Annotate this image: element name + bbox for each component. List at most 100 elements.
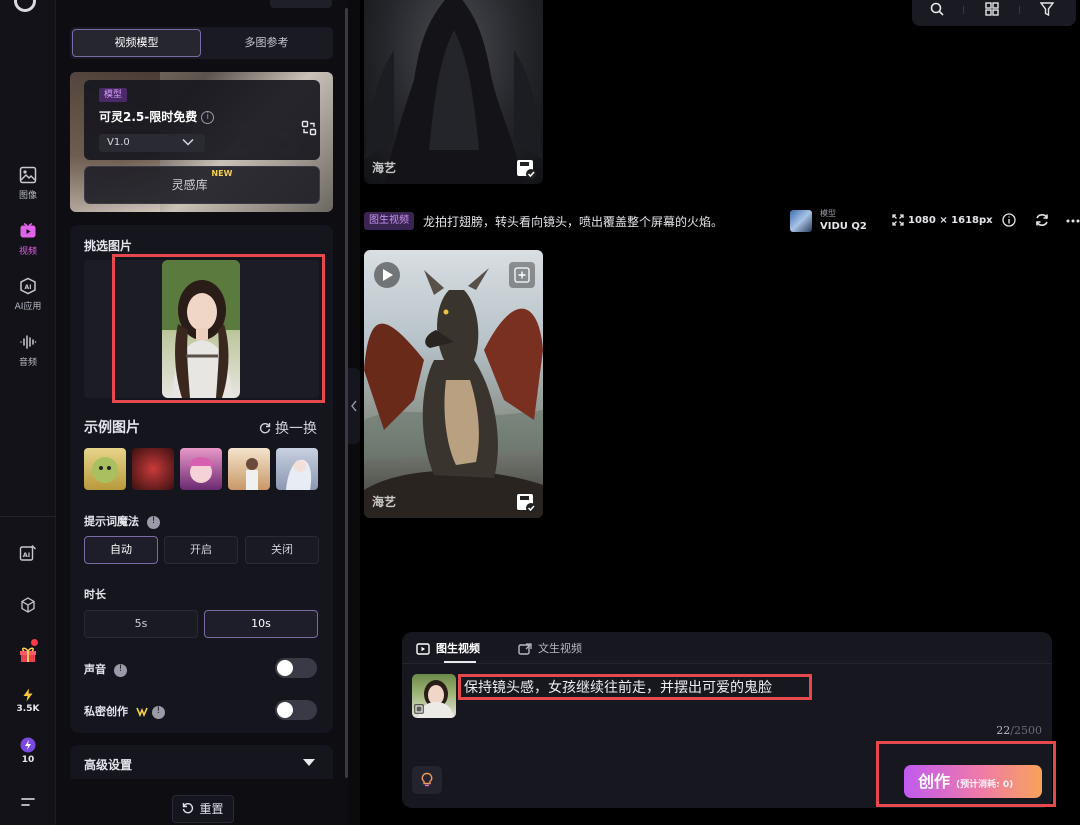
rail-item-label: 图像 <box>18 191 37 201</box>
save-icon[interactable] <box>515 492 537 514</box>
reset-button[interactable]: 重置 <box>172 795 234 823</box>
composer-reference-image[interactable] <box>412 674 456 718</box>
result-image-dark-figure[interactable]: 海艺 <box>364 0 543 184</box>
cube-icon <box>21 597 35 613</box>
bolt-count: 10 <box>21 755 35 765</box>
duration-5s[interactable]: 5s <box>84 610 198 638</box>
settings-panel: 视频模型 多图参考 2.5 模型 可灵2.5-限时免费i V1.0 灵感库 NE… <box>56 0 348 825</box>
tab-image-to-video[interactable]: 图生视频 <box>416 640 480 656</box>
swap-model-icon[interactable] <box>301 120 317 136</box>
info-icon[interactable] <box>1002 213 1016 227</box>
energy-counter[interactable]: 3.5K <box>0 688 56 714</box>
caret-down-icon <box>303 759 315 766</box>
refresh-examples-button[interactable]: 换一换 <box>259 418 317 438</box>
rail-item-ai-app[interactable]: AI AI应用 <box>0 277 56 312</box>
info-icon[interactable]: ! <box>147 515 160 529</box>
private-toggle[interactable] <box>275 700 317 720</box>
regenerate-icon[interactable] <box>1035 213 1049 227</box>
char-counter: 22/2500 <box>996 724 1042 737</box>
record-prompt[interactable]: 龙拍打翅膀，转头看向镜头，喷出覆盖整个屏幕的火焰。 <box>423 213 723 230</box>
duration-10s[interactable]: 10s <box>204 610 318 638</box>
lightbulb-icon <box>421 772 433 787</box>
result-video-dragon[interactable]: 海艺 <box>364 250 543 518</box>
info-icon[interactable]: i <box>201 111 215 124</box>
dark-figure-image <box>364 0 543 184</box>
gift-icon <box>20 647 36 662</box>
prompt-magic-text: 提示词魔法 <box>84 515 139 528</box>
composer-divider <box>402 663 1052 664</box>
add-to-collection-button[interactable] <box>509 262 535 288</box>
model-card: 2.5 模型 可灵2.5-限时免费i V1.0 灵感库 NEW <box>70 72 333 212</box>
pick-image-label: 挑选图片 <box>84 239 133 253</box>
menu-button[interactable] <box>0 795 56 811</box>
example-thumb[interactable] <box>228 448 270 490</box>
example-thumb[interactable] <box>180 448 222 490</box>
info-icon[interactable]: ! <box>151 705 165 719</box>
lightning-icon <box>23 688 33 702</box>
save-icon[interactable] <box>515 158 537 180</box>
example-image <box>286 459 312 490</box>
example-thumb[interactable] <box>132 448 174 490</box>
rail-item-image[interactable]: 图像 <box>0 166 56 201</box>
advanced-settings-header[interactable]: 高级设置 <box>70 745 333 779</box>
play-button[interactable] <box>374 262 400 288</box>
gift-button[interactable] <box>0 644 56 666</box>
inspiration-library-button[interactable]: 灵感库 NEW <box>84 166 320 204</box>
watermark-text: 海艺 <box>372 161 397 175</box>
model-selector[interactable]: 模型 可灵2.5-限时免费 i V1.0 <box>84 80 320 160</box>
example-thumb[interactable] <box>276 448 318 490</box>
sound-toggle[interactable] <box>275 658 317 678</box>
version-select[interactable]: V1.0 <box>99 134 205 152</box>
prompt-magic-auto[interactable]: 自动 <box>84 536 158 564</box>
add-icon <box>514 267 530 283</box>
dragon-image <box>364 268 543 518</box>
duration-label: 时长 <box>84 588 106 601</box>
prompt-magic-off[interactable]: 关闭 <box>245 536 319 564</box>
bolt-counter[interactable]: 10 <box>0 737 56 765</box>
search-icon[interactable] <box>930 2 944 16</box>
text-video-icon <box>518 643 532 655</box>
sound-label: 声音! <box>84 661 127 677</box>
filter-icon[interactable] <box>1040 2 1054 16</box>
record-type-pill: 图生视频 <box>364 212 414 230</box>
tab-multi-ref[interactable]: 多图参考 <box>202 29 331 57</box>
prompt-magic-label: 提示词魔法! <box>84 513 160 529</box>
inspiration-button[interactable] <box>412 766 442 794</box>
vip-icon <box>136 707 148 718</box>
panel-top-button[interactable] <box>270 0 332 8</box>
prompt-magic-on[interactable]: 开启 <box>164 536 238 564</box>
highlight-selected-image <box>112 254 325 403</box>
grid-view-icon[interactable] <box>985 2 999 16</box>
version-value: V1.0 <box>107 137 130 148</box>
model-3d-button[interactable] <box>0 596 56 616</box>
resolution-text: 1080 × 1618px <box>908 215 993 226</box>
collapse-panel-button[interactable] <box>348 368 360 444</box>
audio-icon <box>20 335 37 349</box>
rail-item-audio[interactable]: 音频 <box>0 333 56 368</box>
char-max: /2500 <box>1010 724 1042 737</box>
tab-text-to-video[interactable]: 文生视频 <box>518 640 582 656</box>
example-image <box>246 458 258 490</box>
video-frame-icon <box>416 643 430 655</box>
private-text: 私密创作 <box>84 705 128 718</box>
ai-edit-icon: AI <box>19 545 36 561</box>
rail-item-video[interactable]: 视频 <box>0 222 56 257</box>
info-icon[interactable]: ! <box>114 663 127 677</box>
reset-icon <box>183 803 194 814</box>
model-name: 可灵2.5-限时免费 i <box>99 108 215 125</box>
example-image <box>188 457 214 483</box>
highlight-create-button <box>876 741 1056 807</box>
more-icon[interactable] <box>1066 219 1080 223</box>
new-badge: NEW <box>211 169 233 178</box>
ai-write-button[interactable]: AI <box>0 544 56 564</box>
model-tabs: 视频模型 多图参考 <box>70 27 333 59</box>
video-icon <box>20 222 36 238</box>
example-thumb[interactable] <box>84 448 126 490</box>
svg-text:AI: AI <box>23 551 30 559</box>
tab-label: 文生视频 <box>538 642 582 655</box>
chevron-left-icon <box>351 400 357 412</box>
tab-video-model[interactable]: 视频模型 <box>72 29 201 57</box>
svg-text:AI: AI <box>25 284 32 291</box>
toolbar-divider <box>963 6 964 14</box>
logo-icon[interactable] <box>14 0 36 12</box>
